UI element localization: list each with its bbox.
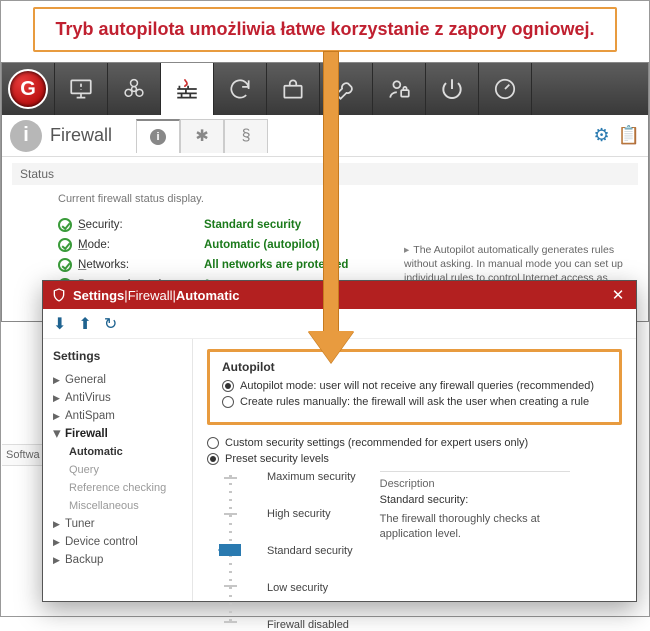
level-high: High security	[267, 508, 356, 520]
tree-item-antivirus[interactable]: ▶AntiVirus	[47, 389, 188, 407]
autopilot-heading: Autopilot	[222, 360, 607, 374]
tab-device-control[interactable]	[479, 63, 532, 115]
check-icon	[58, 258, 72, 272]
level-description: Description Standard security: The firew…	[380, 471, 570, 631]
truncated-tab-software[interactable]: Softwa	[2, 444, 47, 466]
level-labels: Maximum security High security Standard …	[267, 471, 356, 631]
slider-thumb-icon[interactable]	[219, 544, 241, 556]
title-seg-settings: Settings	[73, 288, 124, 303]
section-subtabs: i ✱ §	[136, 119, 268, 153]
level-max: Maximum security	[267, 471, 356, 483]
shield-icon	[51, 287, 67, 303]
settings-content: Autopilot Autopilot mode: user will not …	[193, 339, 636, 601]
gdata-logo-icon: G	[8, 69, 48, 109]
dialog-action-bar: ⬇︎ ⬆︎ ↻	[43, 309, 636, 339]
status-subtext: Current firewall status display.	[58, 193, 638, 205]
settings-tree: Settings ▶General ▶AntiVirus ▶AntiSpam ▶…	[43, 339, 193, 601]
paragraph-icon: §	[242, 127, 251, 145]
person-lock-icon	[386, 76, 412, 102]
tree-item-reference-checking[interactable]: Reference checking	[47, 479, 188, 497]
subtab-info[interactable]: i	[136, 119, 180, 153]
level-low: Low security	[267, 582, 356, 594]
tree-item-miscellaneous[interactable]: Miscellaneous	[47, 497, 188, 515]
check-icon	[58, 218, 72, 232]
radio-icon	[207, 437, 219, 449]
tab-firewall[interactable]	[161, 63, 214, 115]
status-heading: Status	[12, 163, 638, 185]
tab-antivirus[interactable]	[108, 63, 161, 115]
tree-item-general[interactable]: ▶General	[47, 371, 188, 389]
tree-item-device-control[interactable]: ▶Device control	[47, 533, 188, 551]
annotation-banner: Tryb autopilota umożliwia łatwe korzysta…	[1, 1, 649, 62]
tree-item-tuner[interactable]: ▶Tuner	[47, 515, 188, 533]
info-icon: i	[150, 129, 166, 145]
wrench-icon	[333, 76, 359, 102]
radio-preset-levels[interactable]: Preset security levels	[207, 453, 622, 465]
subtab-rules[interactable]: ✱	[180, 119, 224, 153]
title-seg-firewall: Firewall	[128, 288, 173, 303]
lock-box-icon	[280, 76, 306, 102]
settings-gear-icon[interactable]: ⚙	[593, 125, 609, 146]
settings-tree-header: Settings	[53, 349, 188, 363]
radio-icon	[222, 380, 234, 392]
status-label: Security:	[78, 219, 198, 231]
tree-item-firewall[interactable]: ▶Firewall	[47, 425, 188, 443]
security-slider[interactable]	[219, 471, 243, 631]
reset-icon[interactable]: ↻	[104, 314, 117, 334]
status-label: Mode:	[78, 239, 198, 251]
log-clipboard-icon[interactable]: 📋	[618, 125, 640, 146]
status-row-security: Security: Standard security	[58, 215, 638, 235]
firewall-icon	[174, 76, 200, 102]
level-standard: Standard security	[267, 545, 356, 557]
subtab-legal[interactable]: §	[224, 119, 268, 153]
export-icon[interactable]: ⬆︎	[78, 314, 91, 334]
security-levels-area: Maximum security High security Standard …	[219, 471, 622, 631]
radio-manual-rules[interactable]: Create rules manually: the firewall will…	[222, 396, 607, 408]
info-circle-icon: i	[10, 120, 42, 152]
gauge-icon	[492, 76, 518, 102]
main-toolbar: G	[2, 63, 648, 115]
annotation-text: Tryb autopilota umożliwia łatwe korzysta…	[33, 7, 616, 52]
title-seg-automatic: Automatic	[176, 288, 240, 303]
autopilot-group: Autopilot Autopilot mode: user will not …	[207, 349, 622, 425]
radio-autopilot-mode[interactable]: Autopilot mode: user will not receive an…	[222, 380, 607, 392]
tab-autostart[interactable]	[426, 63, 479, 115]
description-header: Description	[380, 478, 570, 490]
tab-overview[interactable]	[55, 63, 108, 115]
radio-custom-security[interactable]: Custom security settings (recommended fo…	[207, 437, 622, 449]
page-title: Firewall	[50, 125, 112, 146]
check-icon	[58, 238, 72, 252]
status-value[interactable]: All networks are protected	[204, 259, 348, 271]
radio-icon	[207, 453, 219, 465]
description-title: Standard security:	[380, 494, 570, 506]
tab-tuner[interactable]	[320, 63, 373, 115]
tab-parental[interactable]	[373, 63, 426, 115]
status-label: Networks:	[78, 259, 198, 271]
section-header: i Firewall i ✱ § ⚙ 📋	[2, 115, 648, 157]
tree-item-backup[interactable]: ▶Backup	[47, 551, 188, 569]
radio-icon	[222, 396, 234, 408]
biohazard-icon	[121, 76, 147, 102]
logo-button[interactable]: G	[2, 63, 55, 115]
tab-encryption[interactable]	[267, 63, 320, 115]
status-value[interactable]: Automatic (autopilot)	[204, 239, 320, 251]
import-icon[interactable]: ⬇︎	[53, 314, 66, 334]
level-disabled: Firewall disabled	[267, 619, 356, 631]
dialog-titlebar: Settings | Firewall | Automatic ✕	[43, 281, 636, 309]
monitor-warning-icon	[68, 76, 94, 102]
close-button[interactable]: ✕	[608, 285, 628, 305]
asterisk-icon: ✱	[195, 126, 208, 146]
status-value[interactable]: Standard security	[204, 219, 301, 231]
tree-item-query[interactable]: Query	[47, 461, 188, 479]
description-body: The firewall thoroughly checks at applic…	[380, 512, 570, 542]
tree-item-antispam[interactable]: ▶AntiSpam	[47, 407, 188, 425]
power-icon	[439, 76, 465, 102]
tab-backup[interactable]	[214, 63, 267, 115]
refresh-icon	[227, 76, 253, 102]
tree-item-automatic[interactable]: Automatic	[47, 443, 188, 461]
settings-dialog: Settings | Firewall | Automatic ✕ ⬇︎ ⬆︎ …	[42, 280, 637, 602]
